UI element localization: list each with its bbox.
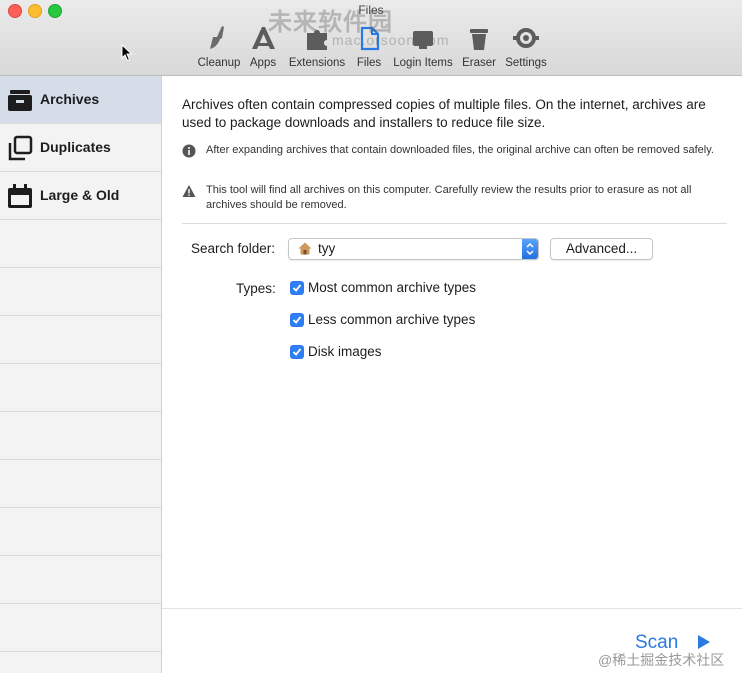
advanced-button[interactable]: Advanced... <box>550 238 653 260</box>
home-folder-icon <box>298 242 312 255</box>
toolbar-apps[interactable]: Apps <box>246 23 280 71</box>
toolbar-eraser[interactable]: Eraser <box>461 23 497 71</box>
search-folder-popup[interactable]: tyy <box>288 238 539 260</box>
files-icon <box>360 26 380 51</box>
toolbar-cleanup-label: Cleanup <box>197 57 241 69</box>
footer-divider <box>162 608 742 609</box>
sidebar-item-label: Duplicates <box>40 139 111 155</box>
checkbox-label: Less common archive types <box>308 312 476 327</box>
intro-text: Archives often contain compressed copies… <box>182 97 706 130</box>
checkmark-icon <box>292 316 302 324</box>
checkbox-checked[interactable] <box>290 345 304 359</box>
toolbar-settings-label: Settings <box>505 57 547 69</box>
sidebar-item-label: Archives <box>40 91 100 107</box>
sidebar: Archives Duplicates Large & Old <box>0 76 162 673</box>
toolbar-apps-label: Apps <box>249 57 277 69</box>
sidebar-item-large-old[interactable]: Large & Old <box>0 172 161 220</box>
checkbox-checked[interactable] <box>290 313 304 327</box>
trash-icon <box>470 29 488 50</box>
toolbar: Files Cleanup Apps Extensions Files Logi… <box>0 0 742 76</box>
sidebar-empty-row <box>0 604 161 652</box>
sidebar-empty-row <box>0 460 161 508</box>
warning-note: This tool will find all archives on this… <box>182 183 722 213</box>
toolbar-extensions[interactable]: Extensions <box>287 23 347 71</box>
main-panel: Archives often contain compressed copies… <box>162 76 742 673</box>
play-icon[interactable] <box>697 634 711 650</box>
toolbar-settings[interactable]: Settings <box>503 23 549 71</box>
popup-arrows <box>522 239 538 259</box>
apps-icon <box>252 27 275 49</box>
info-note: After expanding archives that contain do… <box>182 143 722 158</box>
broom-icon <box>210 26 224 49</box>
types-label: Types: <box>236 281 276 296</box>
sidebar-empty-row <box>0 556 161 604</box>
sidebar-empty-row <box>0 268 161 316</box>
toolbar-login-items[interactable]: Login Items <box>392 23 454 71</box>
toolbar-cleanup[interactable]: Cleanup <box>196 23 242 71</box>
checkbox-checked[interactable] <box>290 281 304 295</box>
mouse-cursor-icon <box>121 44 133 62</box>
warning-icon <box>182 185 196 197</box>
toolbar-files-label: Files <box>356 57 382 69</box>
sidebar-item-archives[interactable]: Archives <box>0 76 161 124</box>
login-items-icon <box>413 31 433 49</box>
search-folder-label: Search folder: <box>191 241 276 256</box>
info-note-text: After expanding archives that contain do… <box>206 144 714 156</box>
checkbox-label: Disk images <box>308 344 382 359</box>
sidebar-empty-row <box>0 412 161 460</box>
toolbar-eraser-label: Eraser <box>462 57 496 69</box>
credit-watermark: @稀土掘金技术社区 <box>598 652 725 668</box>
chevron-updown-icon <box>526 242 534 256</box>
warning-note-text: This tool will find all archives on this… <box>206 184 692 211</box>
calendar-icon <box>8 184 32 208</box>
search-folder-value: tyy <box>318 241 336 256</box>
sidebar-empty-row <box>0 364 161 412</box>
window-title: Files <box>358 3 384 17</box>
sidebar-empty-row <box>0 220 161 268</box>
archive-box-icon <box>8 90 32 111</box>
divider <box>182 223 727 224</box>
extensions-icon <box>307 30 327 50</box>
checkmark-icon <box>292 284 302 292</box>
sidebar-empty-row <box>0 316 161 364</box>
toolbar-login-items-label: Login Items <box>393 57 453 69</box>
info-icon <box>182 144 196 158</box>
checkbox-label: Most common archive types <box>308 280 477 295</box>
toolbar-files[interactable]: Files <box>353 23 385 71</box>
sidebar-item-duplicates[interactable]: Duplicates <box>0 124 161 172</box>
toolbar-extensions-label: Extensions <box>288 57 346 69</box>
checkmark-icon <box>292 348 302 356</box>
gear-icon <box>513 28 539 48</box>
sidebar-item-label: Large & Old <box>40 187 120 203</box>
duplicates-icon <box>8 135 33 161</box>
sidebar-empty-row <box>0 508 161 556</box>
